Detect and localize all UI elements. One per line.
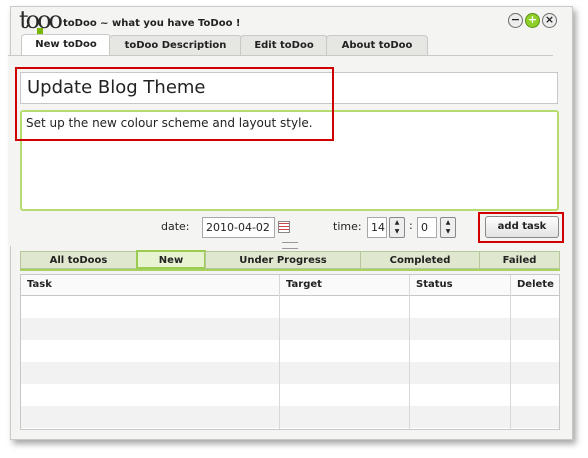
minute-input[interactable]: 0 <box>417 217 437 238</box>
column-header-delete[interactable]: Delete <box>511 275 554 295</box>
todo-table: Task Target Status Delete <box>20 274 560 430</box>
table-row[interactable] <box>21 362 559 384</box>
column-divider <box>510 275 511 429</box>
hour-input[interactable]: 14 <box>367 217 387 238</box>
hour-down-icon[interactable]: ▼ <box>390 227 404 236</box>
add-task-button[interactable]: add task <box>485 216 559 238</box>
tab-todoo-description[interactable]: toDoo Description <box>109 35 242 56</box>
date-label: date: <box>161 220 190 233</box>
calendar-icon[interactable] <box>278 221 290 233</box>
minute-down-icon[interactable]: ▼ <box>441 227 455 236</box>
hour-spinner[interactable]: ▲ ▼ <box>389 217 405 238</box>
hour-up-icon[interactable]: ▲ <box>390 218 404 227</box>
column-header-status[interactable]: Status <box>410 275 453 295</box>
app-title: toDoo ~ what you have ToDoo ! <box>63 18 241 29</box>
tab-new-todoo[interactable]: New toDoo <box>21 34 111 57</box>
table-row[interactable] <box>21 318 559 340</box>
minute-spinner[interactable]: ▲ ▼ <box>440 217 456 238</box>
time-label: time: <box>333 220 362 233</box>
filter-tab-completed[interactable]: Completed <box>360 251 480 269</box>
filter-tab-underline <box>20 269 560 271</box>
app-logo: tooo <box>19 6 63 36</box>
filter-tab-under-progress[interactable]: Under Progress <box>205 251 361 269</box>
column-divider <box>279 275 280 429</box>
date-input[interactable]: 2010-04-02 <box>202 217 275 238</box>
minimize-icon[interactable]: − <box>508 13 523 28</box>
tab-about-todoo[interactable]: About toDoo <box>326 35 428 56</box>
column-header-target[interactable]: Target <box>280 275 322 295</box>
highlight-box-title <box>15 67 334 141</box>
table-header: Task Target Status Delete <box>21 275 559 296</box>
filter-tab-all[interactable]: All toDoos <box>20 251 137 269</box>
column-header-task[interactable]: Task <box>21 275 52 295</box>
table-row[interactable] <box>21 296 559 318</box>
column-divider <box>409 275 410 429</box>
close-icon[interactable]: × <box>542 13 557 28</box>
maximize-icon[interactable]: + <box>525 13 540 28</box>
table-row[interactable] <box>21 406 559 428</box>
tab-edit-todoo[interactable]: Edit toDoo <box>240 35 328 56</box>
table-row[interactable] <box>21 340 559 362</box>
filter-tab-new[interactable]: New <box>136 250 206 269</box>
minute-up-icon[interactable]: ▲ <box>441 218 455 227</box>
table-row[interactable] <box>21 384 559 406</box>
resize-grip-icon[interactable] <box>282 242 298 249</box>
time-separator: : <box>409 219 413 232</box>
filter-tab-failed[interactable]: Failed <box>479 251 560 269</box>
